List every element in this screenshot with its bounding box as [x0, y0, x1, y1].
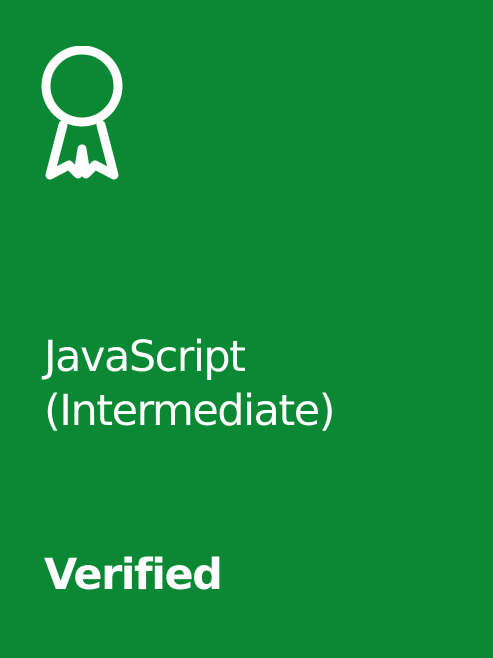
- title-line-level: (Intermediate): [44, 386, 335, 436]
- certificate-title: JavaScript (Intermediate): [44, 330, 464, 438]
- title-line-skill: JavaScript: [44, 332, 246, 382]
- certificate-card: JavaScript (Intermediate) Verified: [0, 0, 493, 658]
- verified-status: Verified: [44, 550, 223, 600]
- award-ribbon-icon: [36, 46, 128, 186]
